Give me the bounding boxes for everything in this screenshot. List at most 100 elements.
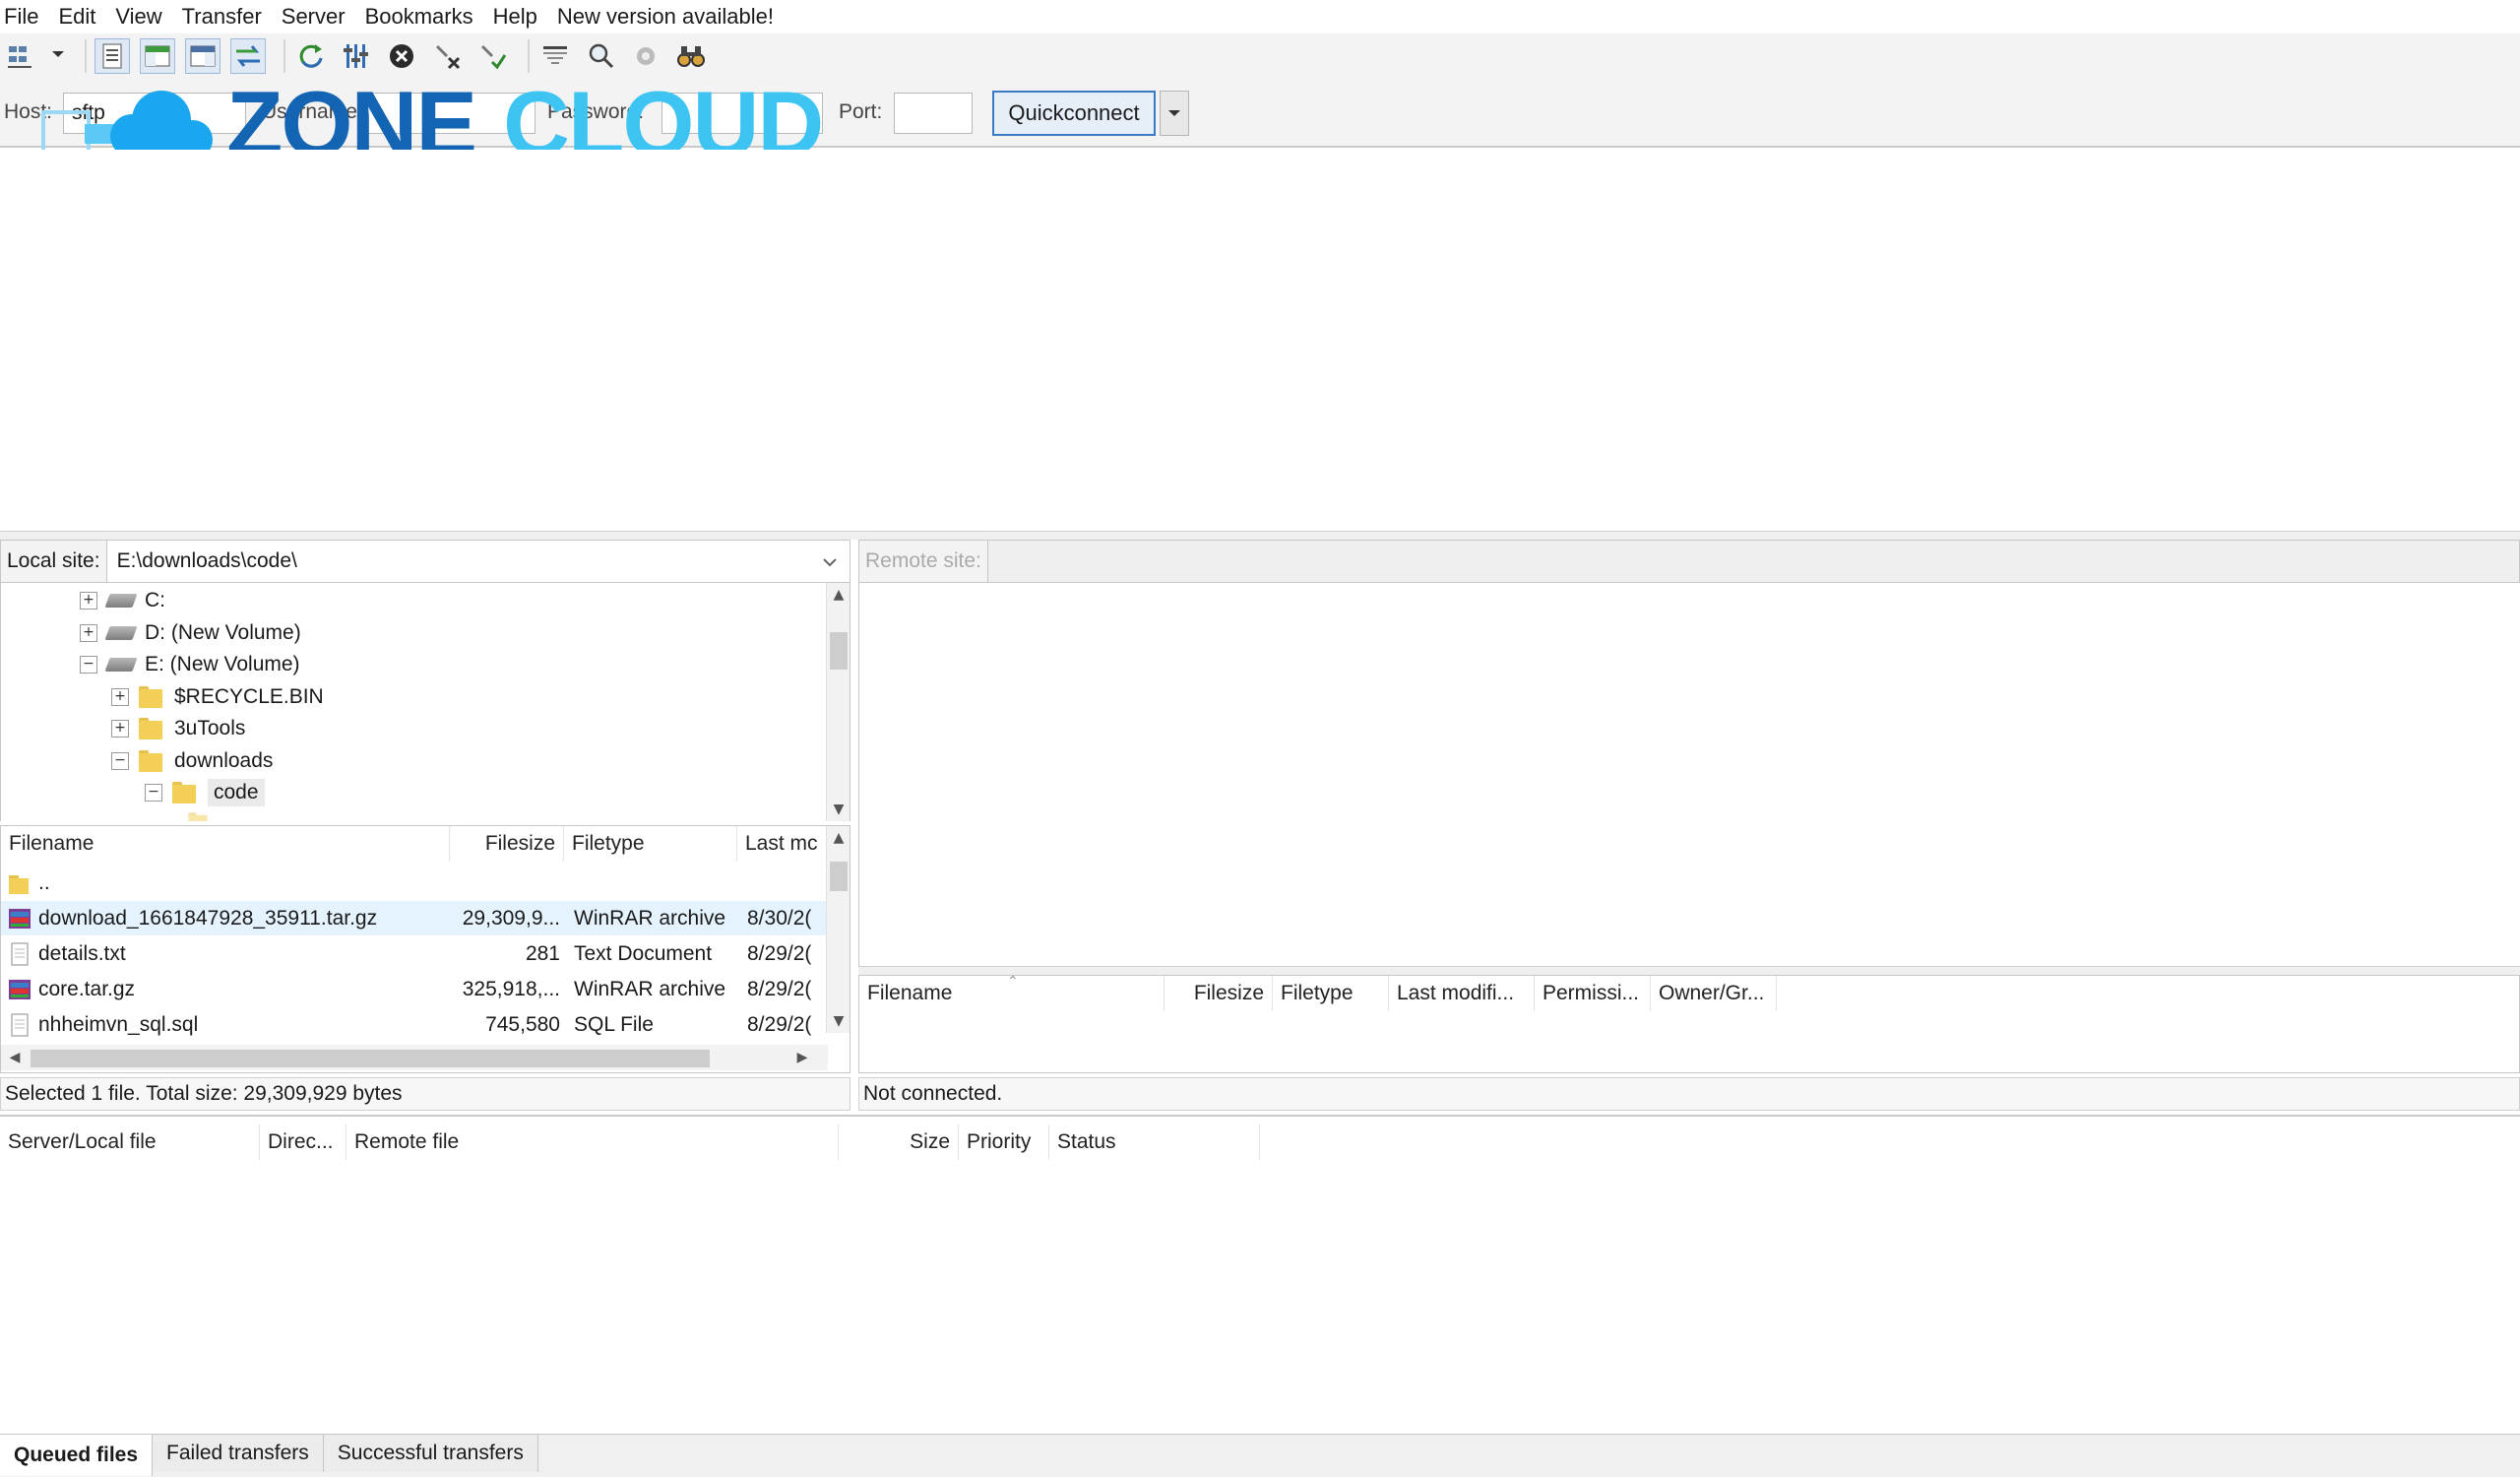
column-filesize[interactable]: Filesize bbox=[1165, 976, 1273, 1011]
menu-view[interactable]: View bbox=[115, 4, 161, 30]
local-files-hscroll[interactable]: ◀ ▶ bbox=[1, 1045, 828, 1070]
column-filetype[interactable]: Filetype bbox=[564, 826, 737, 862]
scroll-thumb[interactable] bbox=[830, 862, 848, 891]
cell-filename: nhheimvn_sql.sql bbox=[7, 1007, 450, 1042]
expand-icon[interactable]: + bbox=[80, 592, 97, 610]
filename-text: nhheimvn_sql.sql bbox=[38, 1012, 199, 1036]
disconnect-icon[interactable] bbox=[429, 38, 465, 74]
remote-site-bar: Remote site: bbox=[858, 540, 2520, 583]
quickconnect-dropdown-icon[interactable] bbox=[1160, 91, 1189, 136]
scroll-thumb[interactable] bbox=[830, 632, 848, 670]
tree-item[interactable]: − code bbox=[145, 777, 265, 808]
expand-icon[interactable]: + bbox=[111, 720, 129, 738]
tree-partial-item bbox=[186, 805, 221, 821]
remote-splitter[interactable] bbox=[858, 967, 2520, 975]
chevron-down-icon[interactable] bbox=[820, 552, 840, 572]
scroll-up-icon[interactable]: ▲ bbox=[827, 583, 850, 607]
column-size[interactable]: Size bbox=[839, 1124, 959, 1160]
cell-last-modified: 8/30/2( bbox=[747, 906, 812, 930]
port-input[interactable] bbox=[894, 93, 973, 134]
remote-file-list: ⌃ Filename Filesize Filetype Last modifi… bbox=[858, 974, 2520, 1073]
scroll-right-icon[interactable]: ▶ bbox=[790, 1046, 814, 1069]
column-permissions[interactable]: Permissi... bbox=[1535, 976, 1651, 1011]
site-manager-icon[interactable] bbox=[4, 38, 39, 74]
column-filename[interactable]: Filename bbox=[859, 976, 1165, 1011]
table-row[interactable]: download_1661847928_35911.tar.gz 29,309,9… bbox=[1, 901, 828, 935]
horizontal-splitter[interactable] bbox=[0, 532, 2520, 540]
tree-item[interactable]: +3uTools bbox=[111, 713, 245, 744]
expand-icon[interactable]: + bbox=[80, 623, 97, 642]
menu-help[interactable]: Help bbox=[493, 4, 537, 30]
menu-file[interactable]: File bbox=[4, 4, 38, 30]
column-filesize[interactable]: Filesize bbox=[450, 826, 564, 862]
column-last-modified[interactable]: Last mc bbox=[737, 826, 828, 862]
tree-item-label: D: (New Volume) bbox=[145, 620, 301, 644]
menu-bookmarks[interactable]: Bookmarks bbox=[365, 4, 473, 30]
tab-queued-files[interactable]: Queued files bbox=[0, 1435, 154, 1476]
scroll-down-icon[interactable]: ▼ bbox=[827, 798, 850, 821]
collapse-icon[interactable]: − bbox=[111, 751, 129, 770]
menu-bar: File Edit View Transfer Server Bookmarks… bbox=[0, 0, 2520, 33]
column-filetype[interactable]: Filetype bbox=[1273, 976, 1389, 1011]
message-log[interactable] bbox=[0, 150, 2520, 532]
expand-icon[interactable]: + bbox=[111, 687, 129, 706]
compare-icon[interactable] bbox=[628, 38, 663, 74]
column-priority[interactable]: Priority bbox=[959, 1124, 1049, 1160]
menu-server[interactable]: Server bbox=[282, 4, 346, 30]
scroll-down-icon[interactable]: ▼ bbox=[827, 1009, 850, 1033]
collapse-icon[interactable]: − bbox=[145, 784, 162, 802]
tree-item[interactable]: + $RECYCLE.BIN bbox=[111, 681, 324, 713]
cell-filesize: 281 bbox=[525, 941, 560, 965]
refresh-icon[interactable] bbox=[293, 38, 329, 74]
remote-path-combobox[interactable] bbox=[987, 541, 2519, 582]
menu-new-version[interactable]: New version available! bbox=[557, 4, 774, 30]
column-remote-file[interactable]: Remote file bbox=[346, 1124, 839, 1160]
cell-filename: details.txt bbox=[7, 936, 450, 971]
filter-icon[interactable] bbox=[537, 38, 573, 74]
column-status[interactable]: Status bbox=[1049, 1124, 1260, 1160]
process-queue-icon[interactable] bbox=[339, 38, 374, 74]
cell-last-modified: 8/29/2( bbox=[747, 977, 812, 1000]
toggle-message-log-icon[interactable] bbox=[94, 38, 130, 74]
column-direction[interactable]: Direc... bbox=[260, 1124, 346, 1160]
local-files-vscroll[interactable]: ▲ ▼ bbox=[826, 826, 850, 1033]
column-owner-group[interactable]: Owner/Gr... bbox=[1651, 976, 1777, 1011]
tab-successful-transfers[interactable]: Successful transfers bbox=[323, 1435, 538, 1472]
table-row[interactable]: nhheimvn_sql.sql 745,580 SQL File 8/29/2( bbox=[1, 1007, 828, 1042]
tab-failed-transfers[interactable]: Failed transfers bbox=[153, 1435, 324, 1472]
menu-transfer[interactable]: Transfer bbox=[182, 4, 262, 30]
tree-item[interactable]: + D: (New Volume) bbox=[80, 617, 301, 649]
toggle-transfer-queue-icon[interactable] bbox=[230, 38, 266, 74]
local-tree-scrollbar[interactable]: ▲ ▼ bbox=[826, 583, 850, 821]
toggle-local-tree-icon[interactable] bbox=[140, 38, 175, 74]
hscroll-thumb[interactable] bbox=[31, 1050, 710, 1067]
document-icon bbox=[7, 1012, 32, 1038]
cell-filesize: 325,918,... bbox=[462, 977, 560, 1000]
search-icon[interactable] bbox=[583, 38, 618, 74]
tree-item[interactable]: − E: (New Volume) bbox=[80, 649, 300, 680]
cancel-icon[interactable] bbox=[384, 38, 419, 74]
local-status: Selected 1 file. Total size: 29,309,929 … bbox=[0, 1077, 850, 1111]
menu-edit[interactable]: Edit bbox=[58, 4, 95, 30]
dropdown-arrow-icon[interactable] bbox=[49, 43, 67, 69]
scroll-up-icon[interactable]: ▲ bbox=[827, 826, 850, 850]
toggle-remote-tree-icon[interactable] bbox=[185, 38, 220, 74]
binoculars-icon[interactable] bbox=[673, 38, 709, 74]
table-row[interactable]: details.txt 281 Text Document 8/29/2( bbox=[1, 936, 828, 971]
scroll-left-icon[interactable]: ◀ bbox=[3, 1046, 27, 1069]
local-site-label: Local site: bbox=[1, 541, 107, 582]
reconnect-icon[interactable] bbox=[474, 38, 510, 74]
local-site-bar: Local site: E:\downloads\code\ bbox=[0, 540, 850, 583]
tree-item[interactable]: + C: bbox=[80, 585, 165, 616]
quickconnect-button[interactable]: Quickconnect bbox=[992, 91, 1156, 136]
table-row[interactable]: .. bbox=[1, 866, 828, 900]
column-last-modified[interactable]: Last modifi... bbox=[1389, 976, 1535, 1011]
tree-item[interactable]: − downloads bbox=[111, 745, 273, 777]
local-path-combobox[interactable]: E:\downloads\code\ bbox=[106, 541, 850, 582]
column-server-local-file[interactable]: Server/Local file bbox=[0, 1124, 260, 1160]
column-filename[interactable]: Filename bbox=[1, 826, 450, 862]
cell-filesize bbox=[450, 866, 560, 900]
table-row[interactable]: core.tar.gz 325,918,... WinRAR archive 8/29… bbox=[1, 972, 828, 1006]
collapse-icon[interactable]: − bbox=[80, 656, 97, 674]
toolbar-separator bbox=[85, 39, 87, 73]
